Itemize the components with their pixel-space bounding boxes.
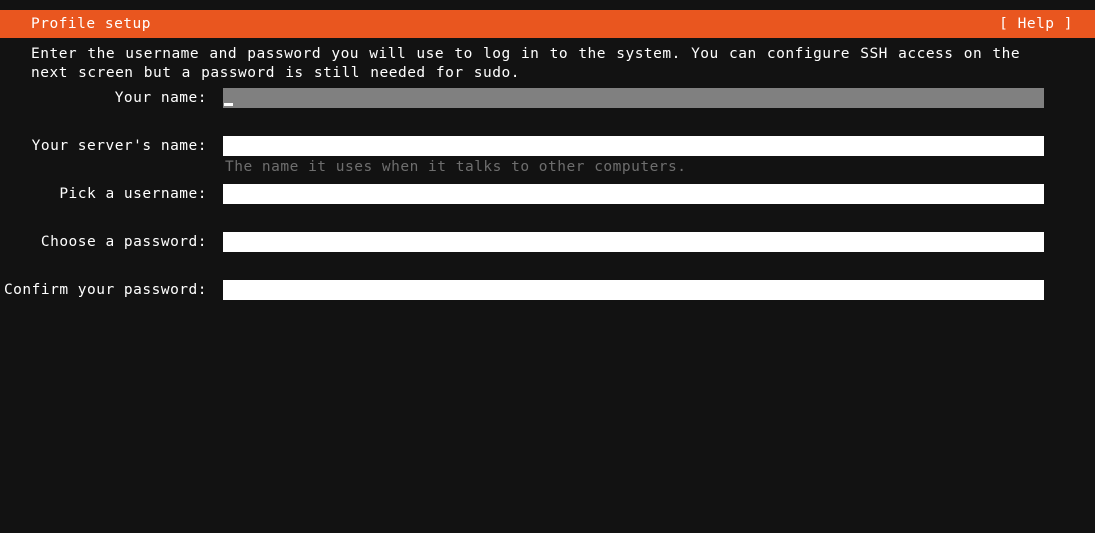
input-server-name[interactable] xyxy=(223,136,1044,156)
instructions-text: Enter the username and password you will… xyxy=(31,46,1031,81)
help-button[interactable]: [ Help ] xyxy=(999,10,1073,38)
label-your-name: Your name: xyxy=(114,90,207,106)
form-row-username: Pick a username: xyxy=(0,184,1095,232)
profile-setup-form: Your name: Your server's name: The name … xyxy=(0,88,1095,328)
form-row-your-name: Your name: xyxy=(0,88,1095,136)
installer-screen: Profile setup [ Help ] Enter the usernam… xyxy=(0,0,1095,533)
page-title: Profile setup xyxy=(31,16,151,32)
label-server-name: Your server's name: xyxy=(31,138,207,154)
label-password: Choose a password: xyxy=(40,234,207,250)
label-username: Pick a username: xyxy=(59,186,207,202)
title-bar: Profile setup [ Help ] xyxy=(0,10,1095,38)
text-cursor xyxy=(224,103,233,106)
input-password[interactable] xyxy=(223,232,1044,252)
help-text-server-name: The name it uses when it talks to other … xyxy=(225,159,687,175)
form-row-confirm-password: Confirm your password: xyxy=(0,280,1095,328)
input-username[interactable] xyxy=(223,184,1044,204)
form-row-server-name: Your server's name: The name it uses whe… xyxy=(0,136,1095,184)
label-confirm-password: Confirm your password: xyxy=(3,282,207,298)
input-your-name[interactable] xyxy=(223,88,1044,108)
form-row-password: Choose a password: xyxy=(0,232,1095,280)
input-confirm-password[interactable] xyxy=(223,280,1044,300)
